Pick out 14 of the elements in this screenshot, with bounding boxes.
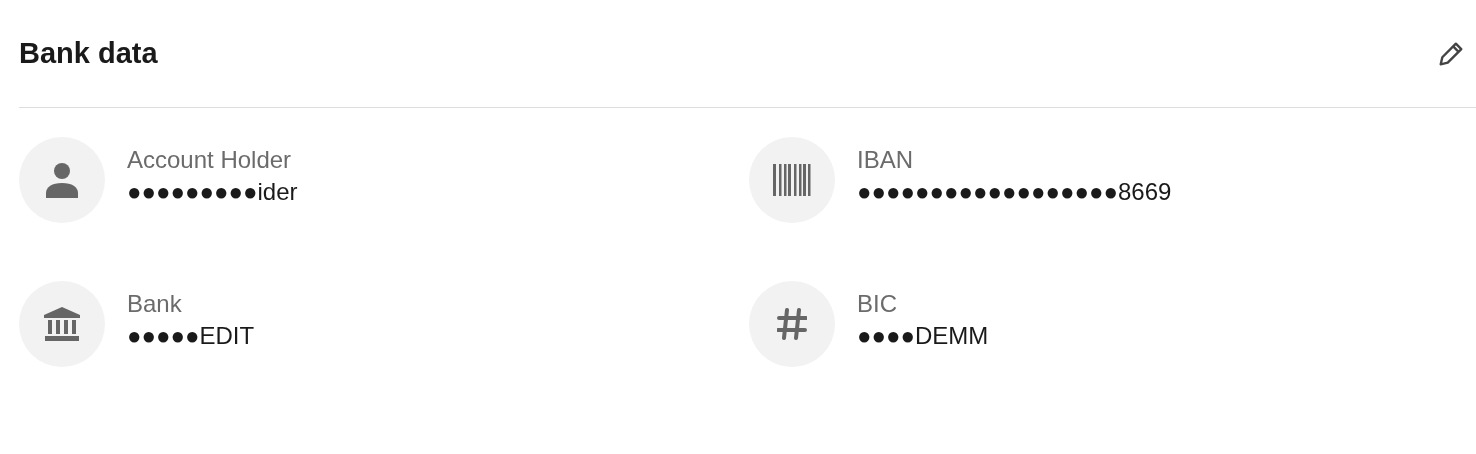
hash-icon [777, 308, 807, 340]
field-value: ●●●●●●●●●ider [127, 178, 298, 206]
field-label: BIC [857, 290, 898, 318]
field-value: ●●●●DEMM [857, 322, 989, 350]
section-title: Bank data [19, 37, 158, 70]
field-label: IBAN [857, 146, 914, 174]
field-value: ●●●●●EDIT [127, 322, 255, 350]
bank-icon [44, 307, 80, 341]
pencil-icon [1438, 40, 1464, 67]
field-value: ●●●●●●●●●●●●●●●●●●8669 [857, 178, 1172, 206]
barcode-icon [773, 164, 811, 196]
person-icon [45, 162, 79, 198]
field-label: Account Holder [127, 146, 293, 174]
field-label: Bank [127, 290, 183, 318]
